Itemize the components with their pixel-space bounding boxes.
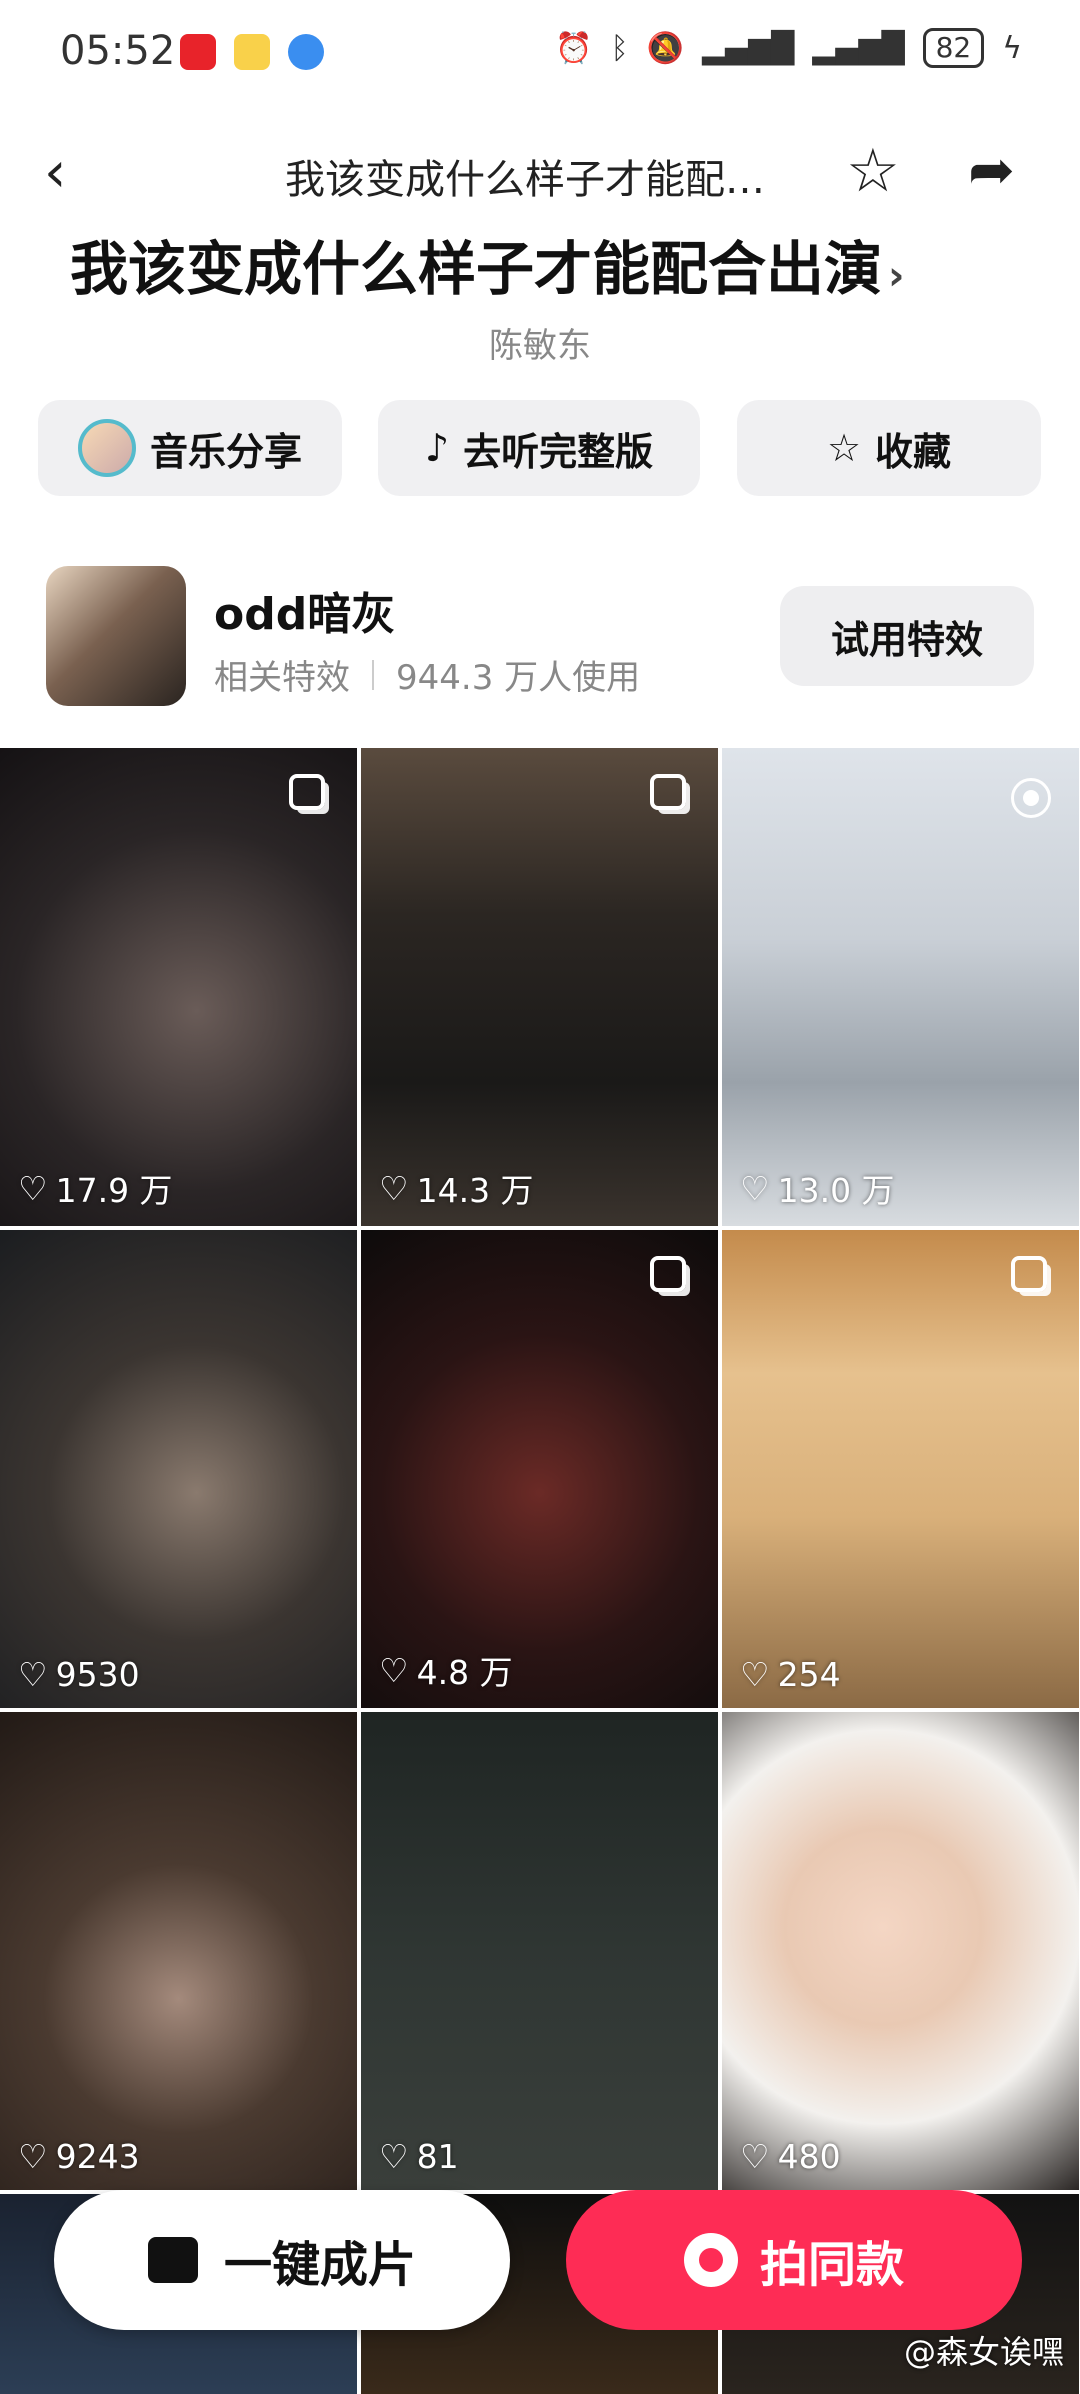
one-key-create-label: 一键成片 [223,2237,416,2293]
like-count: ♡ 14.3 万 [379,1164,534,1212]
heart-icon: ♡ [18,1655,48,1694]
like-count-value: 480 [777,2137,841,2176]
one-key-create-button[interactable]: 一键成片 [54,2190,510,2330]
status-time: 05:52 [60,28,176,74]
shoot-same-button[interactable]: 拍同款 [566,2190,1022,2330]
song-title[interactable]: 我该变成什么样子才能配合出演 › [70,222,905,306]
effect-name[interactable]: odd暗灰 [214,578,395,642]
effect-thumbnail[interactable] [46,566,186,706]
multi-image-icon [650,1256,686,1292]
video-grid: ♡ 17.9 万 ♡ 14.3 万 ♡ 13.0 万 ♡ 9530 ♡ 4.8 万 ♡ 25… [0,748,1080,2394]
live-photo-icon [1011,778,1051,818]
effect-usage: 944.3 万人使用 [396,658,641,698]
heart-icon: ♡ [379,1168,409,1208]
music-share-button[interactable]: 音乐分享 [38,400,342,496]
video-tile[interactable]: ♡ 17.9 万 [0,748,357,1226]
bluetooth-icon: ᛒ [610,30,629,66]
like-count-value: 9530 [55,1655,140,1694]
like-count-value: 81 [416,2137,459,2176]
heart-icon: ♡ [379,1650,409,1690]
song-title-text: 我该变成什么样子才能配合出演 [70,235,883,303]
like-count: ♡ 9243 [18,2137,140,2176]
listen-full-label: 去听完整版 [463,429,654,474]
video-tile[interactable]: ♡ 4.8 万 [361,1230,718,1708]
listen-full-button[interactable]: ♪ 去听完整版 [378,400,700,496]
multi-image-icon [1011,1256,1047,1292]
video-tile[interactable]: ♡ 14.3 万 [361,748,718,1226]
video-tile[interactable]: ♡ 13.0 万 [722,748,1079,1226]
clapperboard-icon [147,2237,198,2283]
collect-label: 收藏 [875,429,952,474]
effect-meta: 相关特效 944.3 万人使用 [214,650,640,699]
heart-icon: ♡ [740,1168,770,1208]
like-count-value: 14.3 万 [416,1171,534,1210]
music-share-label: 音乐分享 [149,429,302,474]
video-tile[interactable]: ♡ 9530 [0,1230,357,1708]
like-count-value: 254 [777,1655,841,1694]
avatar [77,419,136,477]
music-note-icon: ♪ [424,426,450,470]
nav-title: 我该变成什么样子才能配… [285,157,765,203]
battery-icon: 82 [922,28,985,68]
like-count: ♡ 81 [379,2137,459,2176]
browser-app-icon [288,34,324,70]
try-effect-button[interactable]: 试用特效 [780,586,1034,686]
heart-icon: ♡ [18,2137,48,2176]
like-count: ♡ 254 [740,1655,841,1694]
heart-icon: ♡ [18,1168,48,1208]
like-count: ♡ 9530 [18,1655,140,1694]
video-tile[interactable]: ♡ 81 [361,1712,718,2190]
favorite-star-icon[interactable]: ☆ [846,136,900,206]
signal-icon: ▂▄▆█ [812,30,905,66]
share-icon[interactable]: ➦ [968,138,1015,203]
video-tile[interactable]: ♡ 9243 [0,1712,357,2190]
mute-icon: 🔕 [646,30,684,66]
heart-icon: ♡ [740,2137,770,2176]
like-count-value: 13.0 万 [777,1171,895,1210]
video-tile[interactable]: ♡ 254 [722,1230,1079,1708]
multi-image-icon [650,774,686,810]
charging-icon: ϟ [1002,30,1022,66]
huawei-app-icon [180,34,216,70]
video-tile[interactable]: ♡ 480 [722,1712,1079,2190]
star-icon: ☆ [826,426,862,470]
back-icon[interactable]: ‹ [44,140,66,205]
camera-icon [683,2233,738,2287]
like-count-value: 9243 [55,2137,140,2176]
weibo-app-icon [234,34,270,70]
like-count-value: 17.9 万 [55,1171,173,1210]
like-count: ♡ 480 [740,2137,841,2176]
divider [372,659,374,690]
shoot-same-label: 拍同款 [759,2237,904,2293]
like-count: ♡ 13.0 万 [740,1164,895,1212]
chevron-right-icon: › [888,253,905,299]
effect-type: 相关特效 [214,658,350,698]
heart-icon: ♡ [740,1655,770,1694]
alarm-icon: ⏰ [555,30,593,66]
artist-name[interactable]: 陈敏东 [0,318,1080,367]
status-bar: 05:52 ⏰ ᛒ 🔕 ▂▄▆█ ▂▄▆█ 82 ϟ [0,0,1080,110]
status-icons: ⏰ ᛒ 🔕 ▂▄▆█ ▂▄▆█ 82 ϟ [555,28,1022,68]
signal-icon: ▂▄▆█ [701,30,795,66]
like-count: ♡ 17.9 万 [18,1164,173,1212]
like-count: ♡ 4.8 万 [379,1646,513,1694]
multi-image-icon [289,774,325,810]
heart-icon: ♡ [379,2137,409,2176]
watermark: @森女诶嘿 [903,2333,1064,2371]
like-count-value: 4.8 万 [416,1653,513,1692]
collect-button[interactable]: ☆ 收藏 [737,400,1041,496]
